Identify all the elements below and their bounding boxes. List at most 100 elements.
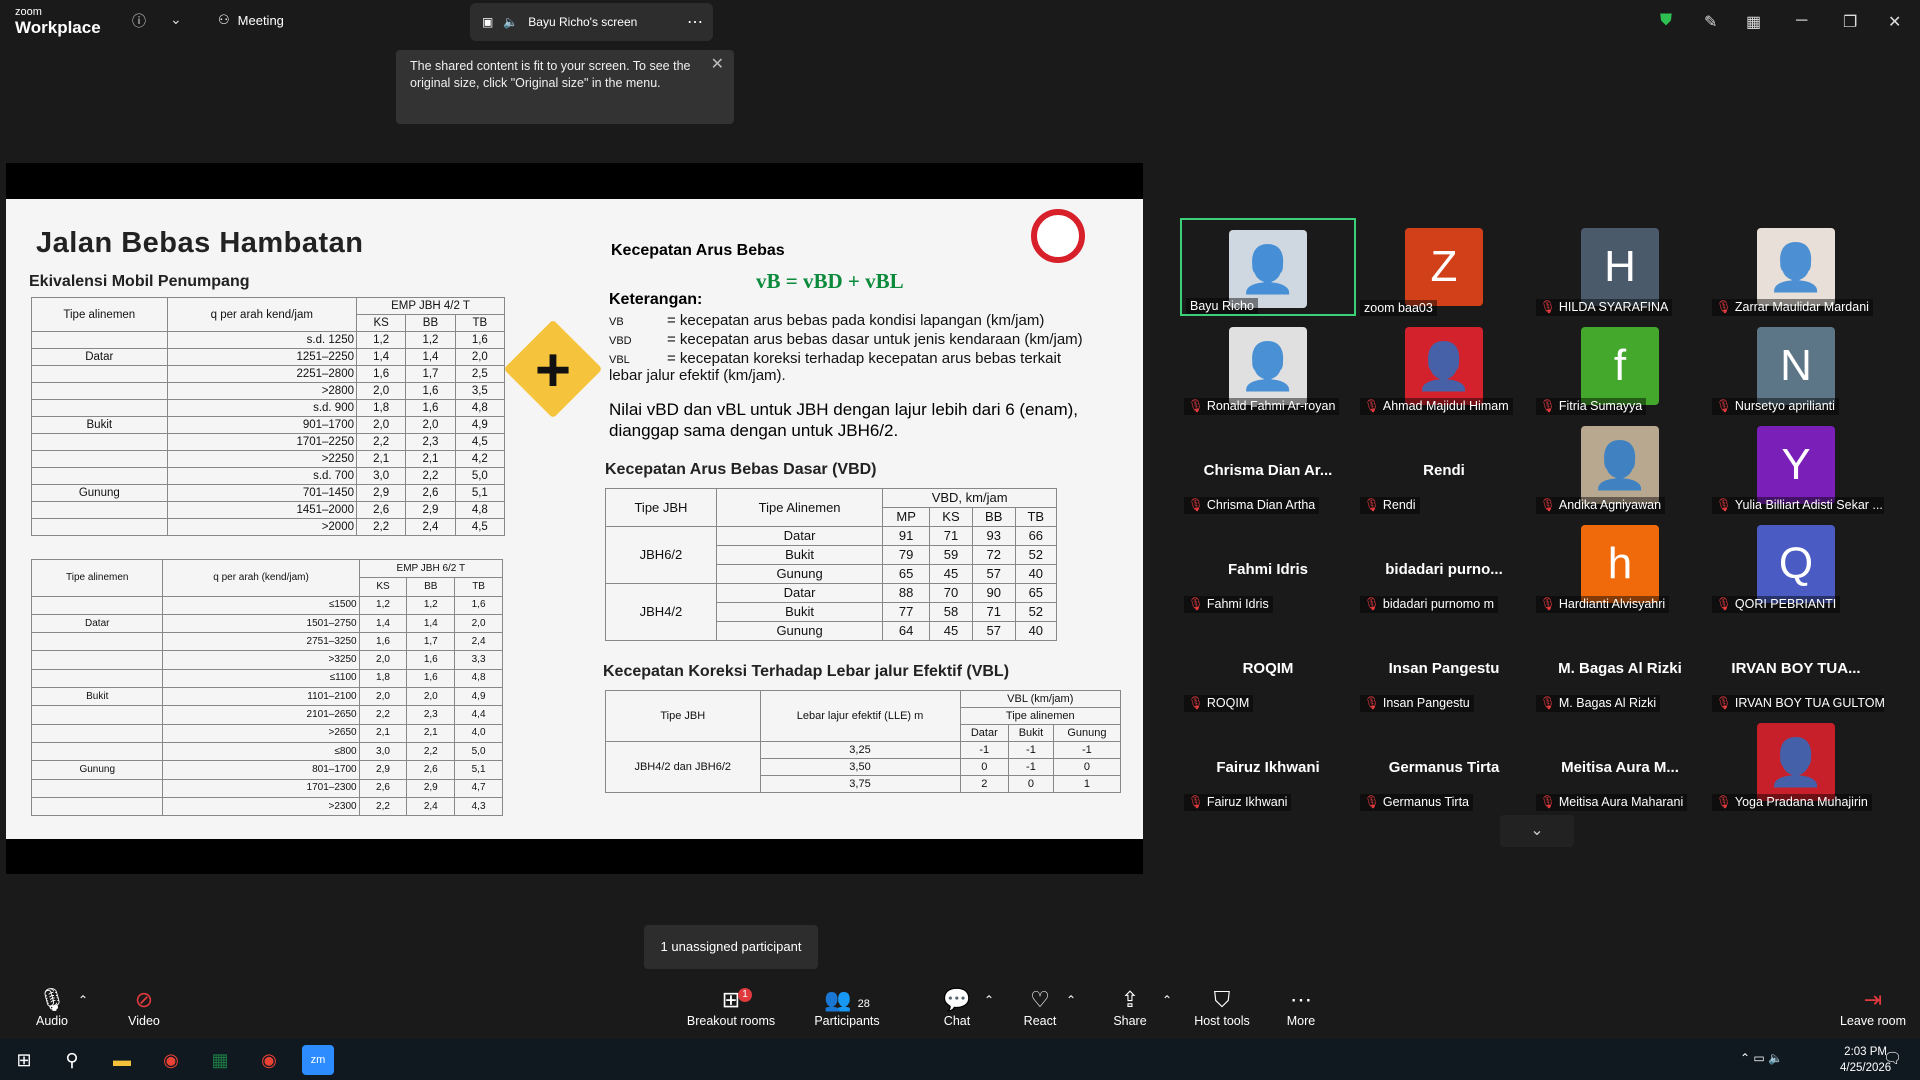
chrome-icon[interactable]: ◉ xyxy=(155,1045,187,1075)
share-button[interactable]: ⇪ Share xyxy=(1110,986,1150,1028)
meeting-toolbar: 🎙 Audio ⌃ ⊘ Video ⊞ Breakout rooms 1 👥 28 Par… xyxy=(0,981,1920,1039)
chat-button[interactable]: 💬 Chat xyxy=(937,986,977,1028)
table-cell: 40 xyxy=(1014,621,1058,641)
meeting-button[interactable]: ⚇ Meeting xyxy=(218,12,284,28)
react-button[interactable]: ♡ React xyxy=(1020,986,1060,1028)
participant-tile[interactable]: Meitisa Aura M... 🎙 Meitisa Aura Maharani xyxy=(1532,713,1708,811)
participant-tile[interactable]: M. Bagas Al Rizki 🎙 M. Bagas Al Rizki xyxy=(1532,614,1708,712)
chevron-up-icon[interactable]: ⌃ xyxy=(1162,993,1172,1007)
participant-tile[interactable]: 👤 🎙 Zarrar Maulidar Mardani xyxy=(1708,218,1884,316)
logo-big-text: Workplace xyxy=(15,18,101,37)
audio-button[interactable]: 🎙 Audio xyxy=(30,986,74,1028)
leave-room-button[interactable]: ⇥ Leave room xyxy=(1838,986,1908,1028)
participant-tile[interactable]: h 🎙 Hardianti Alvisyahri xyxy=(1532,515,1708,613)
table-cell xyxy=(31,331,168,349)
host-tools-button[interactable]: ⛉ Host tools xyxy=(1189,986,1255,1028)
table-cell: 2751–3250 xyxy=(162,632,360,652)
table-cell: 66 xyxy=(1014,526,1058,546)
chevron-up-icon[interactable]: ⌃ xyxy=(1066,993,1076,1007)
participant-tile[interactable]: 👤 🎙 Andika Agniyawan xyxy=(1532,416,1708,514)
participant-tile[interactable]: 👤 🎙 Ronald Fahmi Ar-royan xyxy=(1180,317,1356,415)
participant-tile[interactable]: N 🎙 Nursetyo aprilianti xyxy=(1708,317,1884,415)
participant-tile[interactable]: 👤 Bayu Richo xyxy=(1180,218,1356,316)
system-tray-icons[interactable]: ⌃ ▭ 🔈 xyxy=(1740,1051,1783,1065)
participant-tile[interactable]: Y 🎙 Yulia Billiart Adisti Sekar ... xyxy=(1708,416,1884,514)
participant-name-label: Bayu Richo xyxy=(1186,298,1258,314)
pencil-icon[interactable]: ✎ xyxy=(1704,12,1717,32)
table-cell: Gunung xyxy=(715,621,884,641)
shield-icon[interactable]: ⛊ xyxy=(1660,12,1672,30)
table-row: 2101–2650 2,2 2,3 4,4 xyxy=(30,705,503,725)
participant-name: Fitria Sumayya xyxy=(1558,399,1643,413)
participant-name-label: 🎙 Zarrar Maulidar Mardani xyxy=(1712,299,1873,316)
table-cell xyxy=(31,450,168,468)
participant-tile[interactable]: f 🎙 Fitria Sumayya xyxy=(1532,317,1708,415)
breakout-rooms-button[interactable]: ⊞ Breakout rooms 1 xyxy=(686,986,776,1028)
table-row: 2751–3250 1,6 1,7 2,4 xyxy=(30,632,503,652)
participant-tile[interactable]: ROQIM 🎙 ROQIM xyxy=(1180,614,1356,712)
table-cell: Tipe alinemen xyxy=(959,707,1122,725)
participant-tile[interactable]: Chrisma Dian Ar... 🎙 Chrisma Dian Artha xyxy=(1180,416,1356,514)
minimize-icon[interactable]: ─ xyxy=(1796,12,1807,30)
table-cell: 57 xyxy=(971,564,1016,584)
participant-tile[interactable]: IRVAN BOY TUA... 🎙 IRVAN BOY TUA GULTOM xyxy=(1708,614,1884,712)
participant-display-name: Fahmi Idris xyxy=(1227,561,1309,578)
participant-tile[interactable]: Fairuz Ikhwani 🎙 Fairuz Ikhwani xyxy=(1180,713,1356,811)
search-icon[interactable]: ⚲ xyxy=(56,1045,88,1075)
chevron-down-icon[interactable]: ⌄ xyxy=(170,11,182,28)
close-icon[interactable]: ✕ xyxy=(1888,12,1901,32)
file-explorer-icon[interactable]: ▬ xyxy=(106,1045,138,1075)
participant-tile[interactable]: 👤 🎙 Yoga Pradana Muhajirin xyxy=(1708,713,1884,811)
table-cell: 1251–2250 xyxy=(166,348,358,366)
table-cell: s.d. 700 xyxy=(166,467,358,485)
table-row: s.d. 900 1,8 1,6 4,8 xyxy=(31,399,506,417)
participant-tile[interactable]: Zzoom baa03 xyxy=(1356,218,1532,316)
muted-mic-icon: 🎙 xyxy=(1540,597,1556,611)
table-cell: 64 xyxy=(882,621,931,641)
avatar: Z xyxy=(1405,228,1483,306)
participant-tile[interactable]: Insan Pangestu 🎙 Insan Pangestu xyxy=(1356,614,1532,712)
participants-button[interactable]: 👥 28 Participants xyxy=(812,986,882,1028)
chevron-up-icon[interactable]: ⌃ xyxy=(78,993,88,1007)
notification-icon[interactable]: 🗨 xyxy=(1883,1049,1902,1067)
participant-tile[interactable]: H 🎙 HILDA SYARAFINA xyxy=(1532,218,1708,316)
table-cell: ≤1100 xyxy=(162,668,360,689)
table-row: 1451–2000 2,6 2,9 4,8 xyxy=(31,501,506,519)
close-icon[interactable]: ✕ xyxy=(711,56,724,73)
table-cell: 93 xyxy=(971,526,1016,546)
screen-share-tab[interactable]: ▣ 🔈 Bayu Richo's screen ⋯ xyxy=(470,3,713,41)
table-cell: -1 xyxy=(1008,758,1054,776)
table-cell xyxy=(30,705,164,725)
participant-tile[interactable]: Fahmi Idris 🎙 Fahmi Idris xyxy=(1180,515,1356,613)
formula: vB = vBD + vBL xyxy=(756,269,904,293)
chrome-icon[interactable]: ◉ xyxy=(253,1045,285,1075)
participant-tile[interactable]: Germanus Tirta 🎙 Germanus Tirta xyxy=(1356,713,1532,811)
table-cell: 3,5 xyxy=(454,382,506,400)
description: = kecepatan arus bebas pada kondisi lapa… xyxy=(667,312,1045,329)
participant-tile[interactable]: 👤 🎙 Ahmad Majidul Himam xyxy=(1356,317,1532,415)
participants-label: Participants xyxy=(814,1014,880,1028)
table-cell: 1,4 xyxy=(358,613,408,634)
chevron-down-icon[interactable]: ⌄ xyxy=(1500,815,1574,847)
participant-tile[interactable]: bidadari purno... 🎙 bidadari purnomo m xyxy=(1356,515,1532,613)
table-cell: 2,0 xyxy=(355,382,407,400)
table-row: >2800 2,0 1,6 3,5 xyxy=(31,382,506,400)
participant-name: bidadari purnomo m xyxy=(1382,597,1495,611)
table-cell: Datar xyxy=(715,583,884,603)
table-row: >2650 2,1 2,1 4,0 xyxy=(30,723,503,743)
windows-taskbar: ⊞ ⚲ ▬ ◉ ▦ ◉ zm ⌃ ▭ 🔈 2:03 PM 4/25/2026 🗨 xyxy=(0,1039,1920,1080)
excel-icon[interactable]: ▦ xyxy=(204,1045,236,1075)
info-icon[interactable]: ⓘ xyxy=(132,11,146,31)
table-cell: 2,0 xyxy=(454,348,506,366)
windows-start-icon[interactable]: ⊞ xyxy=(8,1045,40,1075)
participant-tile[interactable]: Rendi 🎙 Rendi xyxy=(1356,416,1532,514)
table-cell: BB xyxy=(406,577,456,597)
video-button[interactable]: ⊘ Video xyxy=(122,986,166,1028)
layout-icon[interactable]: ▦ xyxy=(1746,12,1761,32)
zoom-app-icon[interactable]: zm xyxy=(302,1045,334,1075)
restore-icon[interactable]: ❐ xyxy=(1843,12,1857,32)
participant-tile[interactable]: Q 🎙 QORI PEBRIANTI xyxy=(1708,515,1884,613)
chevron-up-icon[interactable]: ⌃ xyxy=(984,993,994,1007)
more-options-icon[interactable]: ⋯ xyxy=(687,12,703,32)
more-button[interactable]: ⋯ More xyxy=(1283,986,1319,1028)
